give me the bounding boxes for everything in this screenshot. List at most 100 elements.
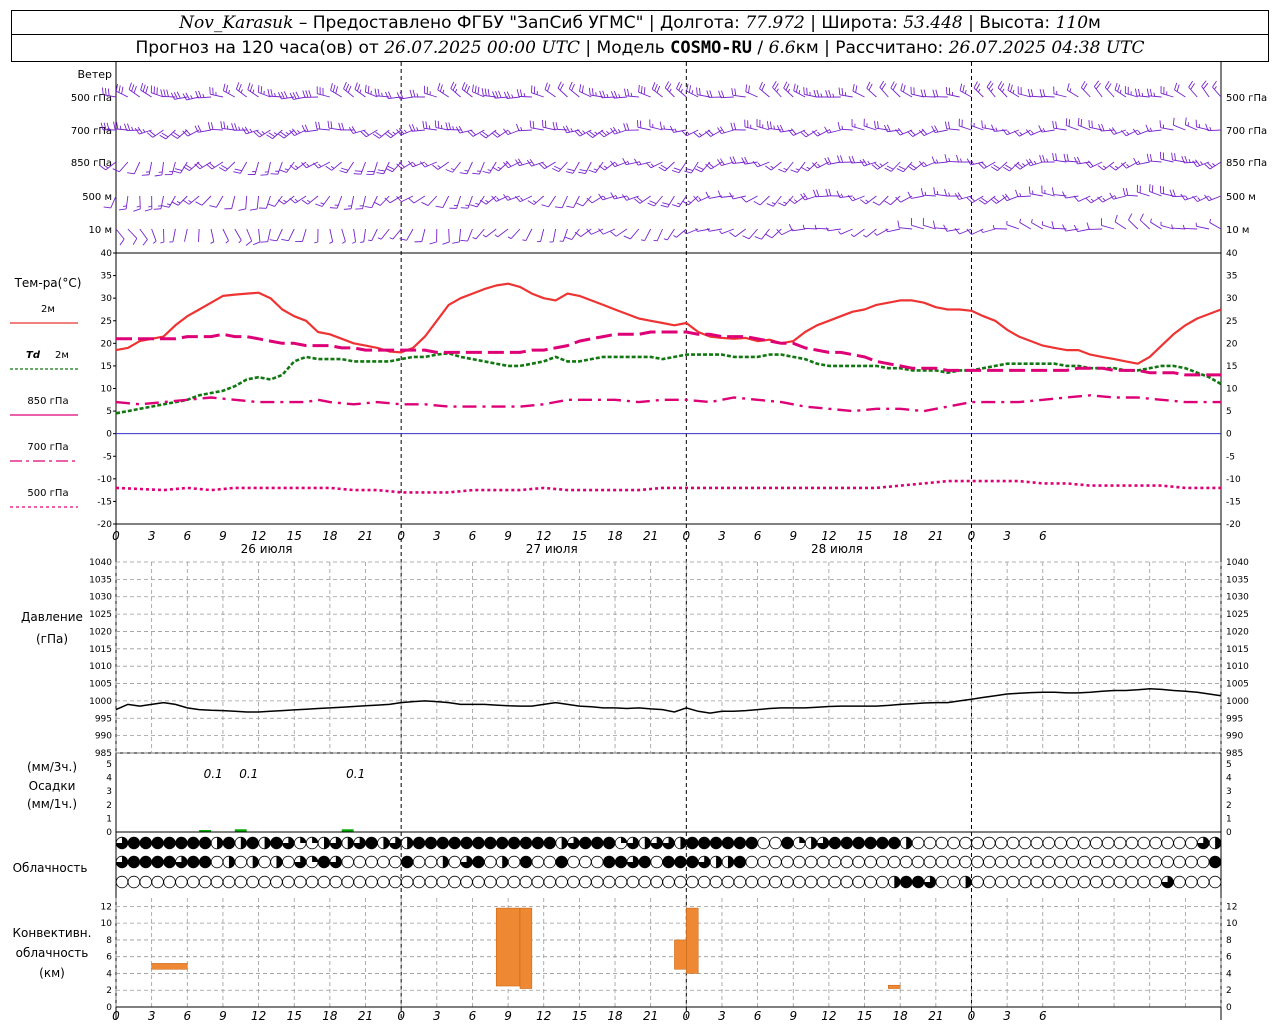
wind-barb: [238, 195, 248, 211]
wind-barb: [437, 82, 449, 98]
wind-barb-flag: [944, 154, 948, 162]
wind-barb-flag: [557, 81, 562, 89]
cloud-symbol: [1054, 836, 1067, 850]
wind-barb-flag: [343, 208, 352, 210]
wind-barb-flag: [559, 83, 564, 91]
wind-barb-flag: [948, 87, 951, 95]
wind-barb: [731, 88, 746, 98]
wind-barb-half-flag: [522, 239, 527, 242]
wind-barb-half-flag: [238, 239, 242, 244]
wind-barb-flag: [623, 235, 631, 240]
pressure-ytick: 990: [95, 732, 112, 742]
wind-barb-flag: [267, 203, 275, 207]
wind-barb: [552, 161, 568, 172]
wind-barb-half-flag: [283, 199, 287, 203]
cloud-symbol: [187, 875, 200, 889]
wind-barb-flag: [554, 206, 563, 209]
wind-barb-flag: [270, 89, 273, 97]
cloud-symbol-fill: [900, 876, 912, 888]
temp-series-line: [115, 479, 1221, 494]
wind-barb-half-flag: [188, 199, 192, 203]
cloud-symbol: [698, 875, 711, 889]
wind-barb-half-flag: [274, 92, 276, 97]
cloud-symbol-fill: [852, 837, 865, 849]
hour-tick-label-bottom: 6: [754, 1009, 762, 1023]
wind-barb-flag: [409, 89, 413, 98]
wind-barb-staff: [518, 95, 532, 98]
wind-barb-staff: [497, 228, 509, 238]
wind-barb: [209, 195, 224, 208]
wind-barb-half-flag: [638, 161, 642, 165]
wind-barb-flag: [803, 87, 805, 95]
wind-barb: [450, 81, 461, 98]
wind-barb-flag: [1139, 213, 1144, 221]
wind-barb-half-flag: [119, 125, 122, 130]
wind-barb-half-flag: [773, 125, 775, 130]
hour-tick-label: 0: [968, 529, 976, 543]
wind-barb-half-flag: [719, 230, 723, 234]
wind-barb-half-flag: [663, 125, 665, 130]
wind-barb-flag: [249, 208, 258, 211]
wind-barb-flag: [579, 84, 582, 92]
wind-barb-staff: [595, 161, 604, 173]
wind-barb-flag: [305, 90, 309, 98]
wind-barb-flag: [1091, 120, 1093, 128]
wind-barb-staff: [1148, 129, 1162, 132]
wind-barb-staff: [840, 228, 853, 235]
wind-barb: [1201, 80, 1210, 98]
wind-barb: [541, 195, 557, 208]
wind-barb: [1128, 213, 1139, 230]
wind-barb-flag: [660, 164, 668, 170]
cloud-symbol-fill: [472, 856, 485, 868]
cloud-symbol: [341, 875, 354, 889]
wind-barb: [314, 228, 319, 244]
hour-tick-label-bottom: 6: [469, 1009, 477, 1023]
wind-barb-staff: [853, 228, 865, 237]
wind-barb-half-flag: [367, 239, 372, 242]
cloud-title: Облачность: [13, 861, 88, 875]
cloud-symbol-fill: [472, 837, 485, 849]
wind-barb-half-flag: [1200, 161, 1203, 165]
hour-tick-label: 21: [928, 529, 943, 543]
cloud-symbol: [876, 855, 889, 869]
wind-barb: [536, 228, 545, 243]
wind-barb-staff: [336, 195, 343, 209]
wind-barb-flag: [347, 85, 352, 93]
cloud-symbol: [1137, 855, 1151, 869]
cloud-symbol: [626, 875, 640, 889]
wind-barb-staff: [1172, 227, 1186, 230]
wind-barb-flag: [207, 122, 211, 130]
wind-barb-flag: [651, 82, 656, 90]
wind-barb-flag: [1052, 120, 1055, 129]
hour-tick-label-bottom: 18: [607, 1009, 623, 1023]
wind-barb-flag: [1014, 130, 1020, 137]
pressure-ytick-right: 1010: [1226, 662, 1249, 672]
precip-ytick-right: 1: [1226, 814, 1232, 824]
wind-barb-half-flag: [1114, 165, 1119, 169]
precip-ytick-right: 4: [1226, 774, 1232, 784]
wind-barb-half-flag: [306, 199, 311, 203]
wind-barb-flag: [238, 208, 246, 211]
wind-barb-half-flag: [1102, 197, 1106, 202]
wind-barb-staff: [759, 195, 770, 206]
wind-barb-half-flag: [1031, 218, 1033, 223]
legend-label: 700 гПа: [27, 442, 68, 453]
wind-barb-flag: [981, 197, 988, 203]
wind-barb-flag: [978, 199, 986, 205]
wind-barb-flag: [669, 125, 674, 133]
wind-barb: [883, 124, 901, 133]
cloud-symbol: [353, 875, 366, 889]
wind-barb: [118, 195, 129, 211]
wind-barb-flag: [241, 127, 247, 135]
wind-barb-half-flag: [698, 197, 702, 201]
cloud-symbol: [911, 855, 925, 869]
wind-barb-staff: [1149, 190, 1162, 197]
wind-barb-staff: [744, 126, 758, 131]
cloud-symbol-fill: [128, 837, 140, 849]
wind-barb-flag: [289, 197, 296, 204]
cloud-symbol-fill: [603, 856, 615, 868]
wind-barb: [161, 195, 176, 208]
cloud-symbol-fill: [686, 856, 699, 868]
cloud-symbol-fill: [318, 856, 330, 868]
pressure-ytick: 1025: [89, 610, 112, 620]
